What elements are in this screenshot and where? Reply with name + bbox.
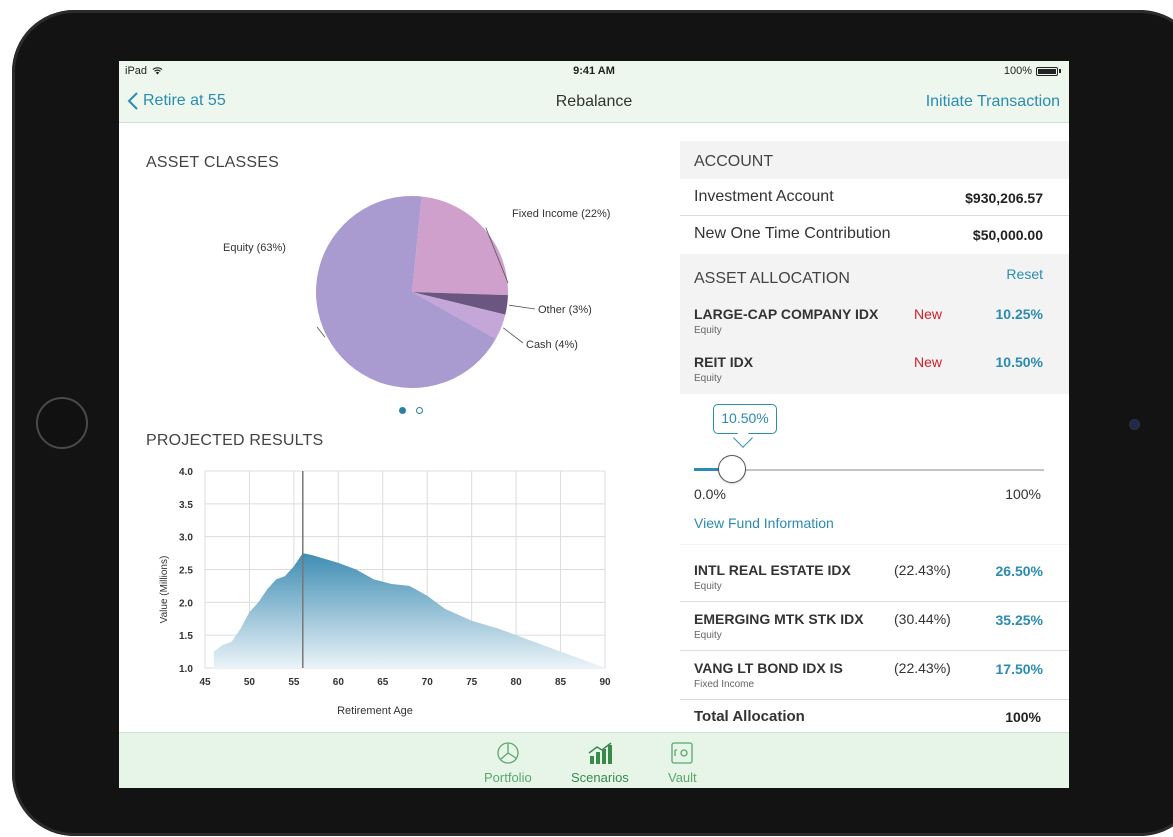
pie-chart-icon xyxy=(497,742,519,764)
spacer xyxy=(680,544,1069,545)
fund-percent: 26.50% xyxy=(995,563,1043,579)
bar-chart-icon xyxy=(588,742,612,764)
account-row-investment: Investment Account $930,206.57 xyxy=(680,179,1069,215)
battery-label: 100% xyxy=(1003,65,1032,77)
fund-type: Equity xyxy=(694,373,722,384)
tab-portfolio[interactable]: Portfolio xyxy=(484,741,532,785)
fund-name: LARGE-CAP COMPANY IDX xyxy=(694,306,879,322)
pie-leader-line xyxy=(502,327,524,344)
fund-percent: 35.25% xyxy=(995,612,1043,628)
y-tick-label: 1.5 xyxy=(179,631,193,642)
account-heading: ACCOUNT xyxy=(694,153,774,170)
y-tick-label: 1.0 xyxy=(179,664,193,675)
page-indicator[interactable] xyxy=(399,407,423,414)
view-fund-information-link[interactable]: View Fund Information xyxy=(694,515,834,531)
new-badge: New xyxy=(914,354,943,370)
status-bar: iPad 9:41 AM 100% xyxy=(119,61,1069,81)
projected-results-chart: 45 50 55 60 65 70 75 80 85 90 1.0 1.5 2.0 2.5 3.0 3.5 4.… xyxy=(159,467,611,717)
x-tick-label: 90 xyxy=(599,677,611,688)
fund-row-intl-real-estate[interactable]: INTL REAL ESTATE IDX Equity (22.43%) 26.… xyxy=(680,553,1069,601)
fund-name: EMERGING MTK STK IDX xyxy=(694,611,864,627)
y-tick-label: 3.0 xyxy=(179,533,193,544)
pie-slice-fixed[interactable] xyxy=(412,196,509,296)
battery-tip xyxy=(1059,69,1061,73)
slider-max-label: 100% xyxy=(1005,486,1041,502)
fund-percent: 10.50% xyxy=(995,354,1043,370)
x-tick-label: 75 xyxy=(466,677,478,688)
x-tick-label: 85 xyxy=(555,677,567,688)
allocation-slider-thumb[interactable] xyxy=(718,455,746,483)
tab-vault[interactable]: Vault xyxy=(668,741,697,785)
account-row-label: New One Time Contribution xyxy=(694,225,891,242)
pie-label-fixed-income: Fixed Income (22%) xyxy=(512,208,611,220)
fund-percent: 17.50% xyxy=(995,661,1043,677)
y-tick-label: 2.5 xyxy=(179,566,193,577)
tab-scenarios[interactable]: Scenarios xyxy=(571,741,629,785)
tab-label: Scenarios xyxy=(571,770,629,785)
fund-row-large-cap[interactable]: LARGE-CAP COMPANY IDX Equity New 10.25% xyxy=(680,298,1069,346)
account-row-value: $930,206.57 xyxy=(965,190,1043,206)
pie-label-cash: Cash (4%) xyxy=(526,339,578,351)
projected-results-heading: PROJECTED RESULTS xyxy=(146,432,324,449)
fund-type: Equity xyxy=(694,325,722,336)
vault-icon xyxy=(671,742,693,764)
x-tick-label: 60 xyxy=(333,677,345,688)
fund-current-percent: (22.43%) xyxy=(894,660,951,676)
new-badge: New xyxy=(914,306,943,322)
fund-row-reit[interactable]: REIT IDX Equity New 10.50% xyxy=(680,346,1069,394)
fund-type: Equity xyxy=(694,581,722,592)
account-header: ACCOUNT xyxy=(680,141,1069,179)
allocation-heading: ASSET ALLOCATION xyxy=(694,270,850,287)
nav-bar: Retire at 55 Rebalance Initiate Transact… xyxy=(119,81,1069,123)
y-tick-label: 2.0 xyxy=(179,598,193,609)
fund-type: Fixed Income xyxy=(694,679,755,690)
projected-value-area xyxy=(213,553,605,668)
slider-min-label: 0.0% xyxy=(694,486,726,502)
y-tick-label: 3.5 xyxy=(179,500,193,511)
battery-icon xyxy=(1036,66,1058,76)
fund-current-percent: (30.44%) xyxy=(894,611,951,627)
allocation-slider-track[interactable] xyxy=(694,469,1044,471)
tab-bar: Portfolio Scenarios Vault xyxy=(119,732,1069,788)
camera-icon xyxy=(1130,420,1139,429)
fund-row-emerging[interactable]: EMERGING MTK STK IDX Equity (30.44%) 35.… xyxy=(680,602,1069,650)
y-axis-label: Value (Millions) xyxy=(159,556,170,624)
total-value: 100% xyxy=(1005,709,1041,725)
screen: iPad 9:41 AM 100% Retire at 55 Rebalance… xyxy=(119,61,1069,788)
fund-name: REIT IDX xyxy=(694,354,754,370)
fund-percent: 10.25% xyxy=(995,306,1043,322)
x-tick-label: 70 xyxy=(422,677,434,688)
x-tick-label: 65 xyxy=(377,677,389,688)
pie-leader-line xyxy=(509,304,536,310)
pie-label-equity: Equity (63%) xyxy=(223,242,286,254)
account-row-contribution[interactable]: New One Time Contribution $50,000.00 xyxy=(680,216,1069,252)
total-allocation-row: Total Allocation 100% xyxy=(680,700,1069,732)
fund-type: Equity xyxy=(694,630,722,641)
page-dot-2[interactable] xyxy=(416,407,423,414)
x-tick-label: 45 xyxy=(199,677,211,688)
fund-current-percent: (22.43%) xyxy=(894,562,951,578)
account-row-value: $50,000.00 xyxy=(972,227,1043,243)
page-dot-1[interactable] xyxy=(399,407,406,414)
home-button[interactable] xyxy=(36,397,88,449)
x-tick-label: 80 xyxy=(511,677,523,688)
battery-status: 100% xyxy=(1004,65,1061,77)
reset-button[interactable]: Reset xyxy=(1006,266,1043,282)
tab-label: Portfolio xyxy=(484,770,532,785)
initiate-transaction-button[interactable]: Initiate Transaction xyxy=(926,93,1060,111)
total-label: Total Allocation xyxy=(694,708,805,725)
pie-label-other: Other (3%) xyxy=(538,304,592,316)
fund-name: VANG LT BOND IDX IS xyxy=(694,660,843,676)
allocation-header: ASSET ALLOCATION Reset xyxy=(680,254,1069,298)
account-row-label: Investment Account xyxy=(694,188,834,205)
fund-row-bond[interactable]: VANG LT BOND IDX IS Fixed Income (22.43%… xyxy=(680,651,1069,699)
fund-name: INTL REAL ESTATE IDX xyxy=(694,562,851,578)
x-tick-label: 55 xyxy=(288,677,300,688)
status-time: 9:41 AM xyxy=(573,65,615,77)
x-tick-label: 50 xyxy=(244,677,256,688)
asset-classes-heading: ASSET CLASSES xyxy=(146,154,280,171)
x-axis-label: Retirement Age xyxy=(337,705,413,717)
tab-label: Vault xyxy=(668,770,697,785)
y-tick-label: 4.0 xyxy=(179,467,193,478)
